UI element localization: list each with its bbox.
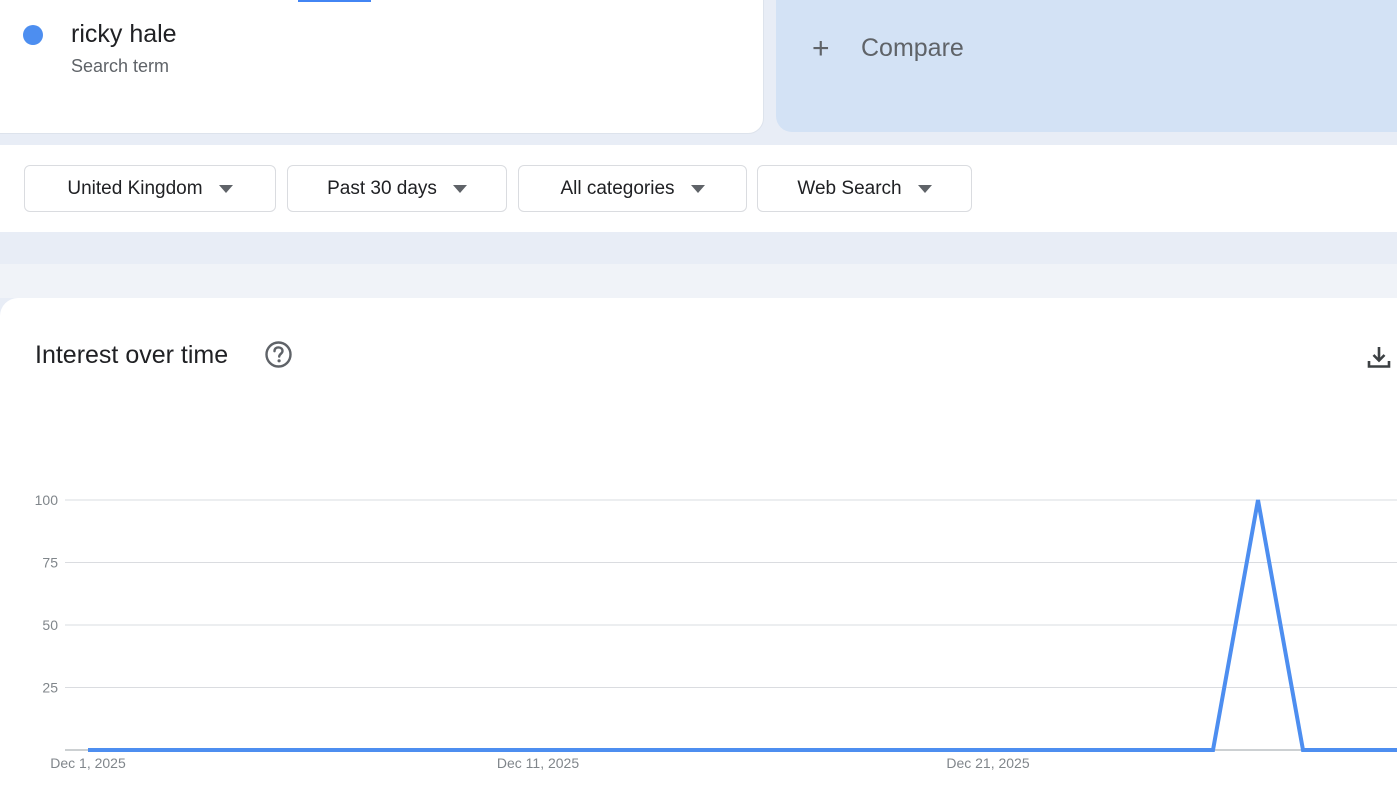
filter-time-range-label: Past 30 days [327, 177, 437, 199]
compare-button[interactable] [776, 0, 1397, 132]
filter-category[interactable]: All categories [518, 165, 747, 212]
section-divider [0, 264, 1397, 298]
interest-line-chart: 100 75 50 25 Dec 1, 2025 Dec 11, 2025 Dec 21,… [35, 492, 1397, 771]
caret-down-icon [452, 184, 467, 193]
search-term-name[interactable]: ricky hale [71, 20, 177, 49]
filter-bar: United Kingdom Past 30 days All categori… [0, 145, 1397, 232]
active-tab-indicator [298, 0, 371, 2]
help-circle-icon[interactable] [264, 340, 293, 369]
y-tick-label: 100 [35, 492, 59, 508]
filter-region-label: United Kingdom [67, 177, 203, 199]
filter-search-type-label: Web Search [797, 177, 902, 199]
filter-category-label: All categories [560, 177, 675, 199]
filter-search-type[interactable]: Web Search [757, 165, 972, 212]
chart-title: Interest over time [35, 341, 229, 369]
compare-label[interactable]: Compare [861, 34, 964, 63]
x-tick-label: Dec 1, 2025 [50, 755, 126, 771]
caret-down-icon [917, 184, 932, 193]
plus-icon[interactable]: + [812, 32, 830, 66]
caret-down-icon [218, 184, 233, 193]
download-icon[interactable] [1366, 344, 1392, 370]
series-color-dot [23, 25, 43, 45]
y-tick-label: 75 [42, 555, 58, 571]
y-tick-label: 25 [42, 680, 58, 696]
filter-region[interactable]: United Kingdom [24, 165, 276, 212]
x-tick-label: Dec 11, 2025 [497, 755, 579, 771]
caret-down-icon [690, 184, 705, 193]
y-tick-label: 50 [42, 617, 58, 633]
filter-time-range[interactable]: Past 30 days [287, 165, 507, 212]
search-term-subtitle: Search term [71, 56, 170, 76]
x-tick-label: Dec 21, 2025 [946, 755, 1029, 771]
